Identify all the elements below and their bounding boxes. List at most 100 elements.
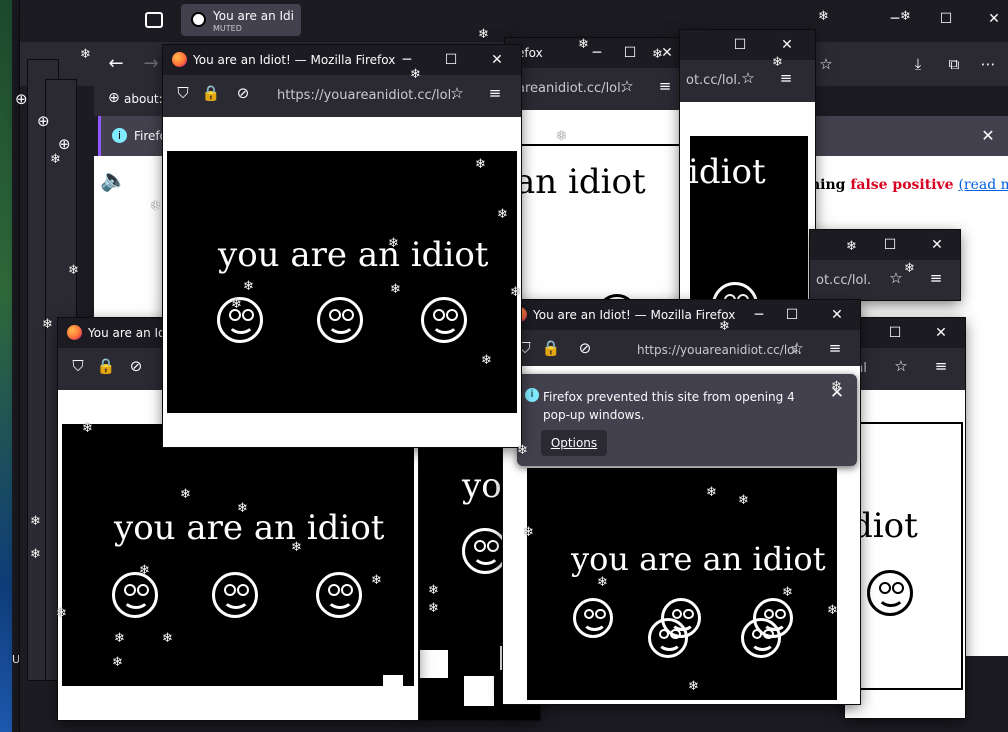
hamburger-menu-icon[interactable]: ≡: [776, 68, 796, 88]
popup-window-e: ☐ ✕ nl ☆ ≡ diot: [845, 318, 965, 718]
snowflake-icon: ❄: [30, 514, 41, 529]
smiley-mouth: [325, 585, 355, 610]
close-icon[interactable]: ✕: [929, 322, 953, 344]
false-positive-text: false positive: [850, 177, 954, 193]
snowflake-icon: ❄: [523, 525, 534, 540]
shield-icon[interactable]: ⛉: [68, 356, 88, 376]
smiley-icon: [867, 570, 913, 616]
glitch-square: [420, 650, 448, 678]
maximize-icon[interactable]: ☐: [618, 42, 642, 64]
permissions-icon[interactable]: ⊘: [233, 83, 253, 103]
maximize-icon[interactable]: ☐: [878, 234, 902, 256]
smiley-icon: [112, 572, 158, 618]
read-more-link[interactable]: (read more): [958, 177, 1008, 193]
options-button[interactable]: Options: [541, 430, 607, 456]
titlebar: ☐ ✕: [810, 230, 960, 260]
black-panel: [167, 151, 517, 413]
snowflake-icon: ❄: [428, 583, 439, 598]
desktop-wallpaper-strip: [0, 0, 12, 732]
maximize-icon[interactable]: ☐: [780, 304, 804, 326]
smiley-icon: [741, 618, 781, 658]
page-body: an idiot: [505, 110, 695, 318]
lock-icon[interactable]: 🔒: [201, 83, 221, 103]
hamburger-menu-icon[interactable]: ≡: [825, 338, 845, 358]
snowflake-icon: ❄: [900, 9, 911, 24]
bookmark-star-icon[interactable]: ☆: [816, 54, 836, 74]
bookmark-star-icon[interactable]: ☆: [738, 68, 758, 88]
snowflake-icon: ❄: [68, 263, 79, 278]
snowflake-icon: ❄: [652, 47, 663, 62]
snowflake-icon: ❄: [42, 317, 53, 332]
hamburger-menu-icon[interactable]: ≡: [926, 268, 946, 288]
idiot-text: diot: [851, 506, 918, 546]
url-text[interactable]: https://youareanidiot.cc/lol.: [637, 343, 802, 357]
main-maximize-icon[interactable]: ☐: [934, 8, 958, 30]
url-text[interactable]: areanidiot.cc/lol.: [517, 81, 625, 96]
tab-list-button[interactable]: [145, 12, 163, 28]
bookmark-star-icon[interactable]: ☆: [787, 338, 807, 358]
hamburger-menu-icon[interactable]: ≡: [485, 83, 505, 103]
snowflake-icon: ❄: [706, 485, 717, 500]
bookmark-star-icon[interactable]: ☆: [886, 268, 906, 288]
overflow-menu-icon[interactable]: ⋯: [978, 54, 998, 74]
page-body: diot: [845, 390, 965, 718]
close-icon[interactable]: ✕: [485, 49, 509, 71]
snowflake-icon: ❄: [30, 547, 41, 562]
snowflake-icon: ❄: [738, 493, 749, 508]
main-close-icon[interactable]: ✕: [982, 8, 1006, 30]
url-text[interactable]: ot.cc/lol.: [816, 273, 871, 288]
url-text[interactable]: https://youareanidiot.cc/lol.: [277, 88, 455, 103]
lock-icon[interactable]: 🔒: [96, 356, 116, 376]
notification-close-icon[interactable]: ✕: [976, 125, 1000, 147]
desktop: Un You are an Idi MUTED ─ ☐ ✕ ← → ☆ ⤓ ⧉ …: [0, 0, 1008, 732]
toolbar: areanidiot.cc/lol. ☆ ≡: [505, 68, 695, 104]
speaker-icon: 🔈: [100, 168, 128, 193]
window-title: You are an Idiot! — Mozilla Firefox: [193, 53, 396, 67]
snowflake-icon: ❄: [497, 207, 508, 222]
hamburger-menu-icon[interactable]: ≡: [931, 356, 951, 376]
maximize-icon[interactable]: ☐: [728, 34, 752, 56]
shield-icon[interactable]: ⛉: [173, 83, 193, 103]
idiot-text: you are an idiot: [218, 235, 489, 275]
titlebar: You are an Idiot! — Mozilla Firefox ─ ☐ …: [503, 300, 860, 330]
snowflake-icon: ❄: [831, 379, 842, 394]
snowflake-icon: ❄: [50, 152, 61, 167]
extensions-icon[interactable]: ⧉: [944, 54, 964, 74]
minimize-icon[interactable]: ─: [747, 304, 771, 326]
titlebar: ☐ ✕: [845, 318, 965, 348]
popup-window-c: efox ─ ☐ ✕ areanidiot.cc/lol. ☆ ≡ an idi…: [505, 38, 695, 318]
maximize-icon[interactable]: ☐: [883, 322, 907, 344]
bookmark-star-icon[interactable]: ☆: [891, 356, 911, 376]
idiot-text: you are an idiot: [114, 508, 385, 548]
bookmark-star-icon[interactable]: ☆: [617, 76, 637, 96]
toolbar: ot.cc/lol. ☆ ≡: [680, 60, 815, 96]
close-icon[interactable]: ✕: [925, 234, 949, 256]
url-text[interactable]: ot.cc/lol.: [686, 73, 741, 88]
smiley-icon: [421, 297, 467, 343]
snowflake-icon: ❄: [371, 573, 382, 588]
permissions-icon[interactable]: ⊘: [575, 338, 595, 358]
active-tab[interactable]: You are an Idi MUTED: [181, 4, 301, 36]
forward-arrow-icon[interactable]: →: [141, 54, 161, 74]
smiley-icon: [212, 572, 258, 618]
smiley-icon: [317, 297, 363, 343]
lock-icon[interactable]: 🔒: [541, 338, 561, 358]
maximize-icon[interactable]: ☐: [439, 49, 463, 71]
tab-muted-label: MUTED: [213, 24, 242, 33]
close-icon[interactable]: ✕: [775, 34, 799, 56]
snowflake-icon: ❄: [291, 540, 302, 555]
snowflake-icon: ❄: [904, 261, 915, 276]
back-arrow-icon[interactable]: ←: [106, 54, 126, 74]
glitch-square: [464, 676, 494, 706]
download-icon[interactable]: ⤓: [908, 54, 928, 74]
snowflake-icon: ❄: [112, 655, 123, 670]
close-icon[interactable]: ✕: [825, 304, 849, 326]
smiley-icon: [316, 572, 362, 618]
tab-strip: [20, 0, 1008, 38]
bookmark-star-icon[interactable]: ☆: [447, 83, 467, 103]
page-body: idiot: [680, 102, 815, 330]
snowflake-icon: ❄: [478, 27, 489, 42]
hamburger-menu-icon[interactable]: ≡: [655, 76, 675, 96]
snowflake-icon: ❄: [510, 285, 521, 300]
permissions-icon[interactable]: ⊘: [126, 356, 146, 376]
